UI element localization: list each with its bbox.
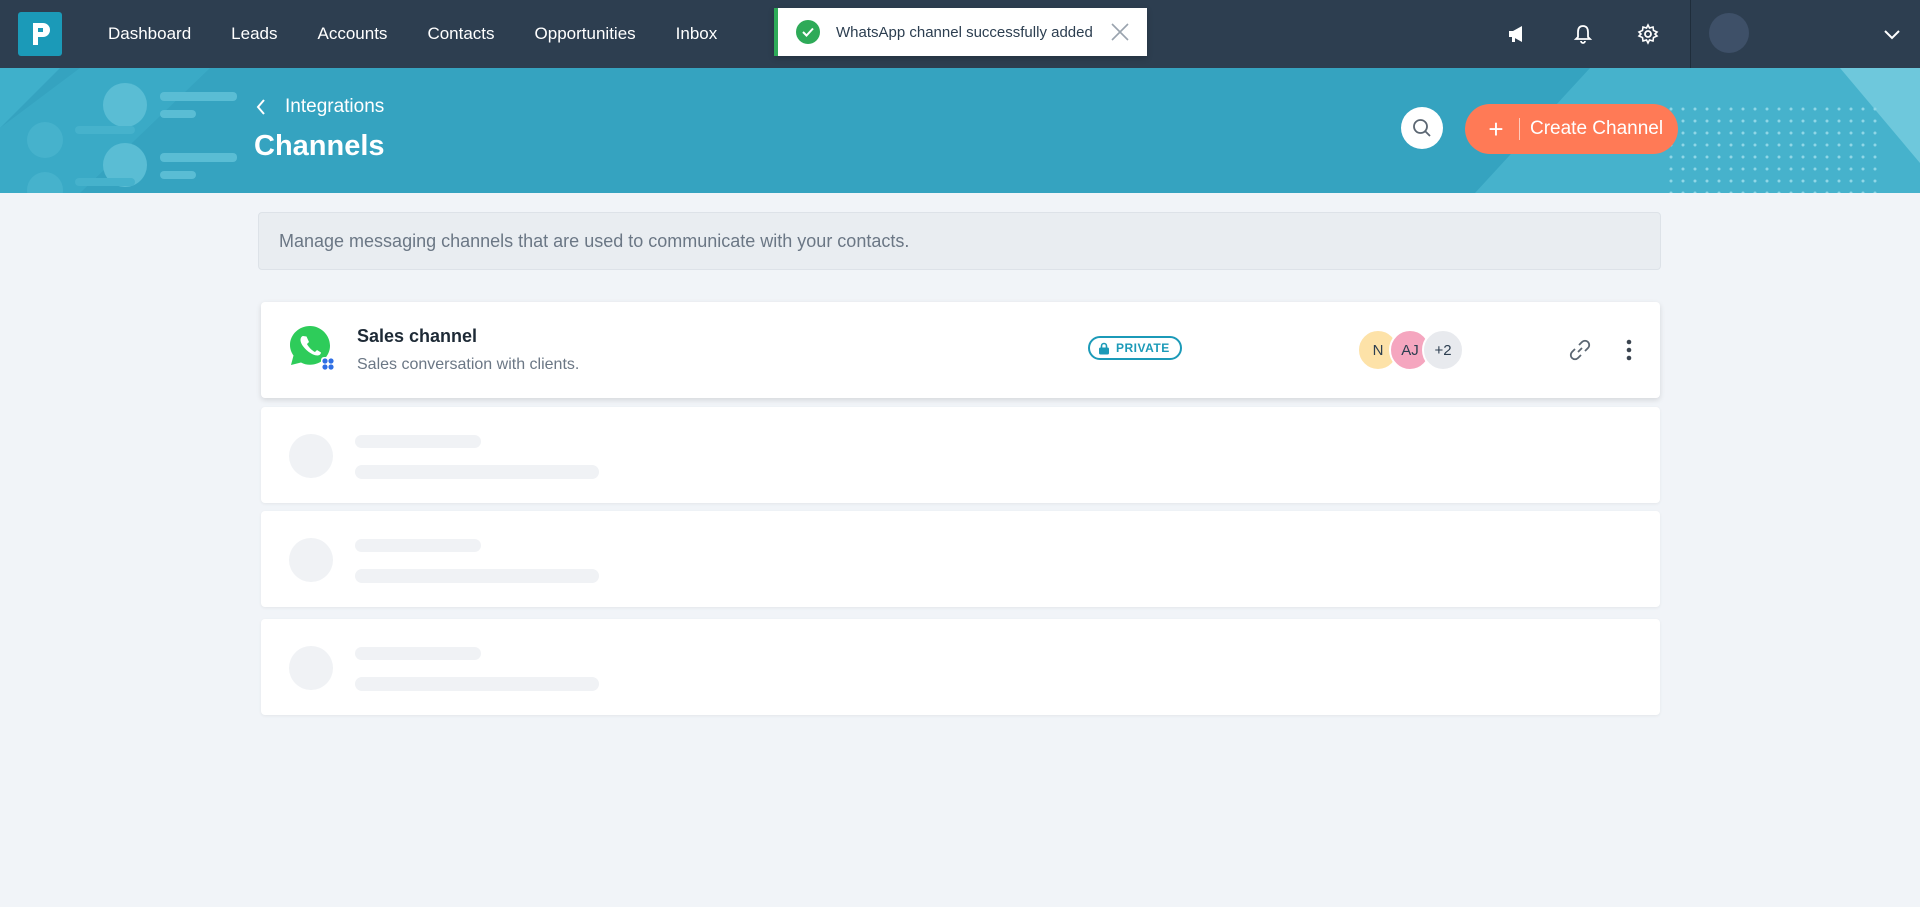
skeleton-row (261, 511, 1660, 607)
top-navbar: Dashboard Leads Accounts Contacts Opport… (0, 0, 1920, 68)
logo-icon (33, 23, 50, 45)
skeleton-avatar (289, 434, 333, 478)
info-text: Manage messaging channels that are used … (279, 230, 910, 251)
skeleton-avatar (289, 538, 333, 582)
skeleton-line (355, 647, 481, 660)
nav-accounts[interactable]: Accounts (306, 24, 400, 44)
create-channel-label: Create Channel (1530, 118, 1664, 139)
private-badge: PRIVATE (1088, 336, 1182, 360)
page-title: Channels (254, 130, 385, 162)
main-nav: Dashboard Leads Accounts Contacts Opport… (88, 0, 737, 68)
skeleton-line (355, 435, 481, 448)
skeleton-line (355, 539, 481, 552)
badge-label: PRIVATE (1116, 341, 1170, 355)
user-avatar[interactable] (1709, 13, 1749, 53)
bell-icon[interactable] (1569, 20, 1597, 48)
nav-dashboard[interactable]: Dashboard (96, 24, 203, 44)
check-circle-icon (796, 20, 820, 44)
nav-leads[interactable]: Leads (219, 24, 289, 44)
skeleton-row (261, 619, 1660, 715)
skeleton-avatar (289, 646, 333, 690)
channel-description: Sales conversation with clients. (357, 356, 580, 373)
channel-row[interactable]: Sales channel Sales conversation with cl… (261, 302, 1660, 398)
channel-name[interactable]: Sales channel (357, 326, 477, 347)
skeleton-line (355, 465, 599, 479)
more-members-count: +2 (1422, 329, 1464, 371)
chevron-left-icon (256, 99, 265, 115)
megaphone-icon[interactable] (1503, 20, 1531, 48)
more-vertical-icon[interactable] (1619, 336, 1639, 364)
nav-opportunities[interactable]: Opportunities (523, 24, 648, 44)
app-logo[interactable] (18, 12, 62, 56)
back-link[interactable]: Integrations (255, 96, 384, 118)
whatsapp-icon (290, 326, 335, 371)
link-icon[interactable] (1566, 336, 1594, 364)
info-banner: Manage messaging channels that are used … (258, 212, 1661, 270)
dot-grid-decoration (1668, 106, 1878, 193)
create-channel-button[interactable]: + Create Channel (1465, 104, 1678, 154)
chevron-down-icon[interactable] (1880, 22, 1904, 46)
skeleton-line (355, 677, 599, 691)
success-toast: WhatsApp channel successfully added (774, 8, 1147, 56)
gear-icon[interactable] (1634, 20, 1662, 48)
search-button[interactable] (1401, 107, 1443, 149)
skeleton-line (355, 569, 599, 583)
plus-icon: + (1488, 114, 1504, 144)
skeleton-row (261, 407, 1660, 503)
search-icon (1413, 119, 1431, 137)
lock-icon (1099, 342, 1109, 354)
nav-inbox[interactable]: Inbox (664, 24, 730, 44)
nav-contacts[interactable]: Contacts (415, 24, 506, 44)
breadcrumb-integrations: Integrations (285, 96, 385, 117)
button-separator (1519, 118, 1520, 140)
close-icon[interactable] (1109, 21, 1131, 43)
nav-divider (1690, 0, 1691, 68)
toast-message: WhatsApp channel successfully added (836, 23, 1093, 41)
